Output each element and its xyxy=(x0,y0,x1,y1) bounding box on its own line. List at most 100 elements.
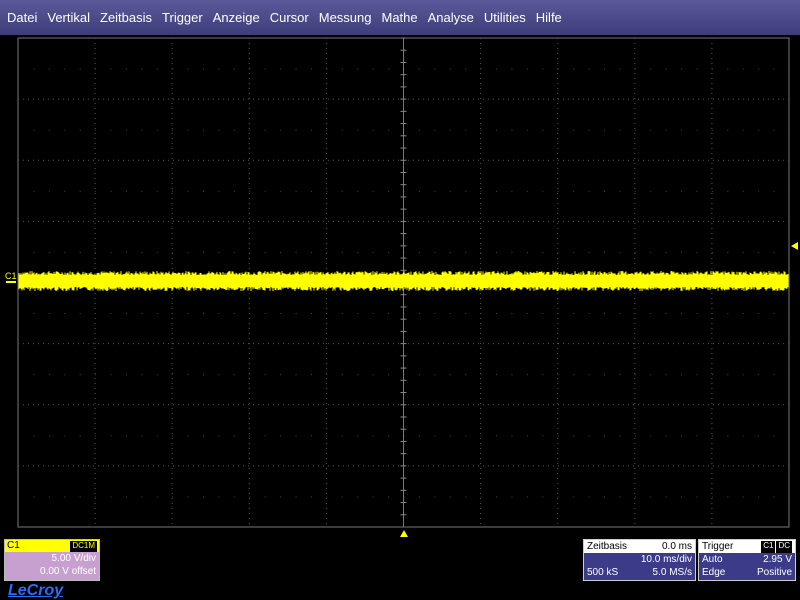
grid-dot xyxy=(326,313,328,315)
grid-dot xyxy=(418,251,420,253)
grid-dot xyxy=(681,496,683,498)
grid-dot xyxy=(789,313,790,315)
grid-dot xyxy=(141,374,143,376)
grid-dot xyxy=(773,190,775,192)
grid-dot xyxy=(187,435,189,437)
grid-dot xyxy=(280,129,282,131)
grid-dot xyxy=(711,251,713,253)
grid-dot xyxy=(203,313,205,315)
grid-dot xyxy=(418,190,420,192)
grid-dot xyxy=(110,374,112,376)
grid-dot xyxy=(619,496,621,498)
grid-dot xyxy=(64,374,66,376)
menu-hilfe[interactable]: Hilfe xyxy=(531,0,567,35)
grid-dot xyxy=(449,129,451,131)
grid-dot xyxy=(557,129,559,131)
grid-dot xyxy=(557,496,559,498)
grid-dot xyxy=(341,68,343,70)
grid-dot xyxy=(110,68,112,70)
menu-trigger[interactable]: Trigger xyxy=(157,0,208,35)
grid-dot xyxy=(310,435,312,437)
grid-dot xyxy=(681,68,683,70)
grid-dot xyxy=(449,435,451,437)
menu-vertikal[interactable]: Vertikal xyxy=(42,0,95,35)
grid-dot xyxy=(310,190,312,192)
grid-dot xyxy=(480,313,482,315)
grid-dot xyxy=(434,190,436,192)
grid-dot xyxy=(388,435,390,437)
menu-utilities[interactable]: Utilities xyxy=(479,0,531,35)
grid-dot xyxy=(465,68,467,70)
grid-dot xyxy=(264,435,266,437)
grid-dot xyxy=(603,435,605,437)
grid-dot xyxy=(465,435,467,437)
grid-dot xyxy=(187,313,189,315)
grid-dot xyxy=(388,374,390,376)
grid-dot xyxy=(665,313,667,315)
grid-dot xyxy=(434,374,436,376)
grid-dot xyxy=(634,435,636,437)
grid-dot xyxy=(573,190,575,192)
grid-dot xyxy=(203,374,205,376)
grid-dot xyxy=(681,435,683,437)
grid-dot xyxy=(526,496,528,498)
waveform-display[interactable]: C1 xyxy=(0,35,800,540)
grid-dot xyxy=(496,374,498,376)
trigger-descriptor[interactable]: Trigger C1 DC Auto 2.95 V Edge Positive xyxy=(698,539,796,581)
grid-dot xyxy=(727,129,729,131)
menu-datei[interactable]: Datei xyxy=(2,0,42,35)
grid-dot xyxy=(388,190,390,192)
grid-dot xyxy=(742,251,744,253)
channel-1-trace xyxy=(18,271,789,291)
grid-dot xyxy=(773,313,775,315)
menu-messung[interactable]: Messung xyxy=(314,0,377,35)
grid-dot xyxy=(742,190,744,192)
grid-dot xyxy=(773,435,775,437)
grid-dot xyxy=(511,190,513,192)
grid-dot xyxy=(480,251,482,253)
grid-dot xyxy=(758,496,760,498)
grid-dot xyxy=(357,496,359,498)
grid-dot xyxy=(172,313,174,315)
grid-dot xyxy=(79,374,81,376)
grid-dot xyxy=(665,68,667,70)
grid-dot xyxy=(619,313,621,315)
grid-dot xyxy=(758,190,760,192)
channel-descriptor[interactable]: C1 DC1M 5.00 V/div 0.00 V offset xyxy=(4,539,100,581)
grid-dot xyxy=(48,129,50,131)
grid-dot xyxy=(418,496,420,498)
grid-dot xyxy=(511,68,513,70)
grid-dot xyxy=(681,190,683,192)
grid-dot xyxy=(711,435,713,437)
grid-dot xyxy=(696,68,698,70)
grid-dot xyxy=(125,496,127,498)
menu-mathe[interactable]: Mathe xyxy=(376,0,422,35)
grid-dot xyxy=(218,129,220,131)
trigger-level: 2.95 V xyxy=(763,554,792,565)
trigger-title: Trigger xyxy=(702,541,734,552)
menu-anzeige[interactable]: Anzeige xyxy=(208,0,265,35)
grid-dot xyxy=(326,190,328,192)
grid-dot xyxy=(33,374,35,376)
menu-cursor[interactable]: Cursor xyxy=(265,0,314,35)
grid-dot xyxy=(33,435,35,437)
grid-dot xyxy=(218,313,220,315)
channel-vdiv: 5.00 V/div xyxy=(51,553,96,564)
grid-dot xyxy=(526,313,528,315)
menu-zeitbasis[interactable]: Zeitbasis xyxy=(95,0,157,35)
grid-dot xyxy=(480,374,482,376)
menu-analyse[interactable]: Analyse xyxy=(423,0,479,35)
grid-dot xyxy=(681,374,683,376)
grid-dot xyxy=(125,129,127,131)
grid-dot xyxy=(434,68,436,70)
grid-dot xyxy=(511,496,513,498)
grid-dot xyxy=(634,68,636,70)
timebase-descriptor[interactable]: Zeitbasis 0.0 ms 10.0 ms/div 500 kS 5.0 … xyxy=(583,539,696,581)
grid-dot xyxy=(218,374,220,376)
grid-dot xyxy=(110,496,112,498)
grid-dot xyxy=(557,190,559,192)
grid-dot xyxy=(650,190,652,192)
lecroy-logo[interactable]: LeCroy xyxy=(8,581,63,600)
grid-dot xyxy=(603,129,605,131)
grid-dot xyxy=(465,313,467,315)
